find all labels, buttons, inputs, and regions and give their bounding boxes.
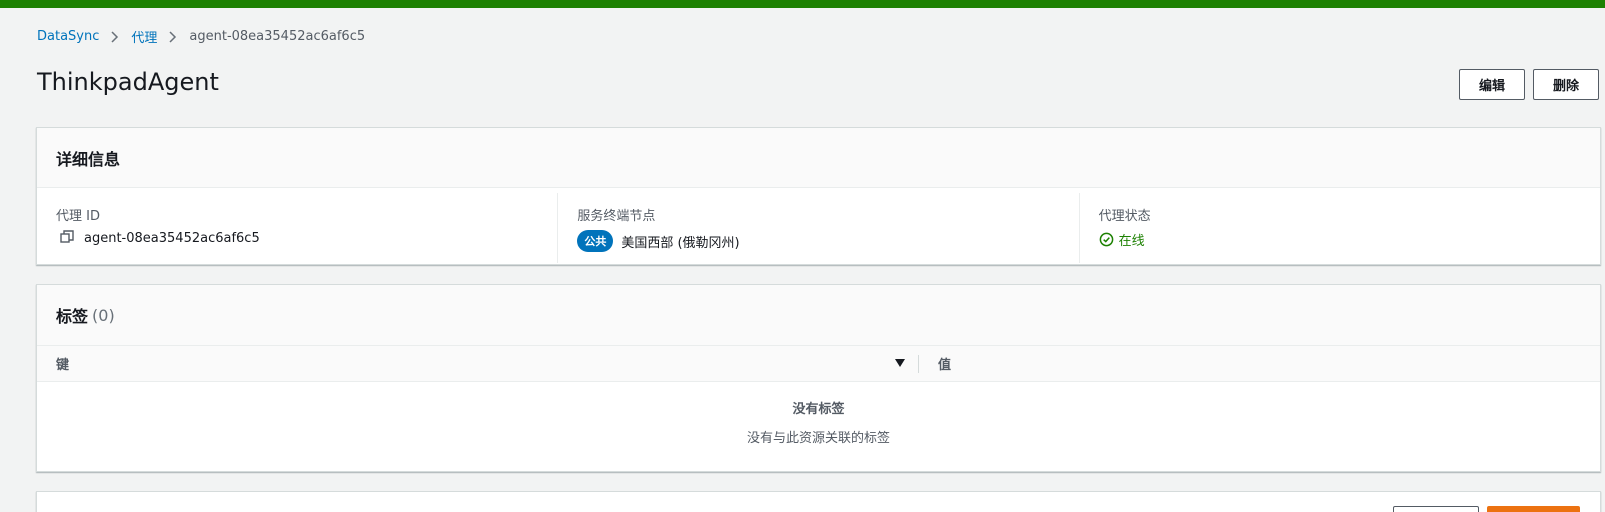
status-field: 在线 [1099, 230, 1581, 249]
tags-count: (0) [92, 305, 115, 325]
endpoint-type-badge: 公共 [577, 230, 614, 252]
empty-state-description: 没有与此资源关联的标签 [746, 431, 890, 446]
top-status-bar [0, 0, 1605, 8]
caret-down-icon[interactable] [894, 358, 906, 370]
next-panel [36, 491, 1601, 512]
tags-panel-title: 标签 [56, 307, 89, 326]
details-panel-header: 详细信息 [37, 128, 1600, 188]
status-column: 代理状态 在线 [1078, 193, 1600, 263]
details-panel: 详细信息 代理 ID agent-08ea35452ac6af6c5 服务终端节… [36, 127, 1601, 265]
tags-empty-state: 没有标签 没有与此资源关联的标签 [37, 382, 1600, 446]
agent-id-label: 代理 ID [56, 209, 100, 224]
column-header-value-label: 值 [938, 358, 952, 373]
agent-id-value: agent-08ea35452ac6af6c5 [84, 230, 260, 246]
details-body: 代理 ID agent-08ea35452ac6af6c5 服务终端节点 公共 … [37, 188, 1600, 263]
endpoint-column: 服务终端节点 公共 美国西部 (俄勒冈州) [557, 193, 1078, 263]
primary-button[interactable] [1487, 506, 1580, 512]
breadcrumb-link-agents[interactable]: 代理 [131, 27, 157, 46]
chevron-right-icon [167, 29, 179, 45]
breadcrumb-link-datasync[interactable]: DataSync [37, 29, 99, 44]
endpoint-label: 服务终端节点 [577, 209, 656, 224]
column-header-value: 值 [919, 354, 951, 373]
details-panel-title: 详细信息 [56, 149, 121, 169]
tags-panel: 标签 (0) 键 值 没有标签 没有与此资源关联的标签 [36, 284, 1601, 472]
endpoint-field: 公共 美国西部 (俄勒冈州) [577, 230, 1059, 252]
endpoint-value: 美国西部 (俄勒冈州) [621, 235, 740, 251]
delete-button[interactable]: 删除 [1533, 69, 1599, 100]
breadcrumb-current: agent-08ea35452ac6af6c5 [189, 29, 366, 44]
agent-id-field: agent-08ea35452ac6af6c5 [56, 230, 538, 246]
secondary-button[interactable] [1393, 506, 1479, 512]
breadcrumb: DataSync 代理 agent-08ea35452ac6af6c5 [37, 27, 365, 46]
agent-id-column: 代理 ID agent-08ea35452ac6af6c5 [37, 193, 557, 263]
column-header-key[interactable]: 键 [37, 354, 918, 373]
status-label: 代理状态 [1098, 209, 1151, 224]
tags-panel-header: 标签 (0) [37, 285, 1600, 346]
check-circle-icon [1099, 232, 1115, 248]
tags-table-header: 键 值 [37, 346, 1600, 382]
edit-button[interactable]: 编辑 [1459, 69, 1525, 100]
empty-state-title: 没有标签 [792, 402, 845, 417]
column-header-key-label: 键 [56, 358, 70, 373]
copy-icon[interactable] [60, 230, 76, 246]
page-title: ThinkpadAgent [37, 68, 219, 96]
chevron-right-icon [109, 29, 121, 45]
status-value: 在线 [1118, 234, 1145, 249]
